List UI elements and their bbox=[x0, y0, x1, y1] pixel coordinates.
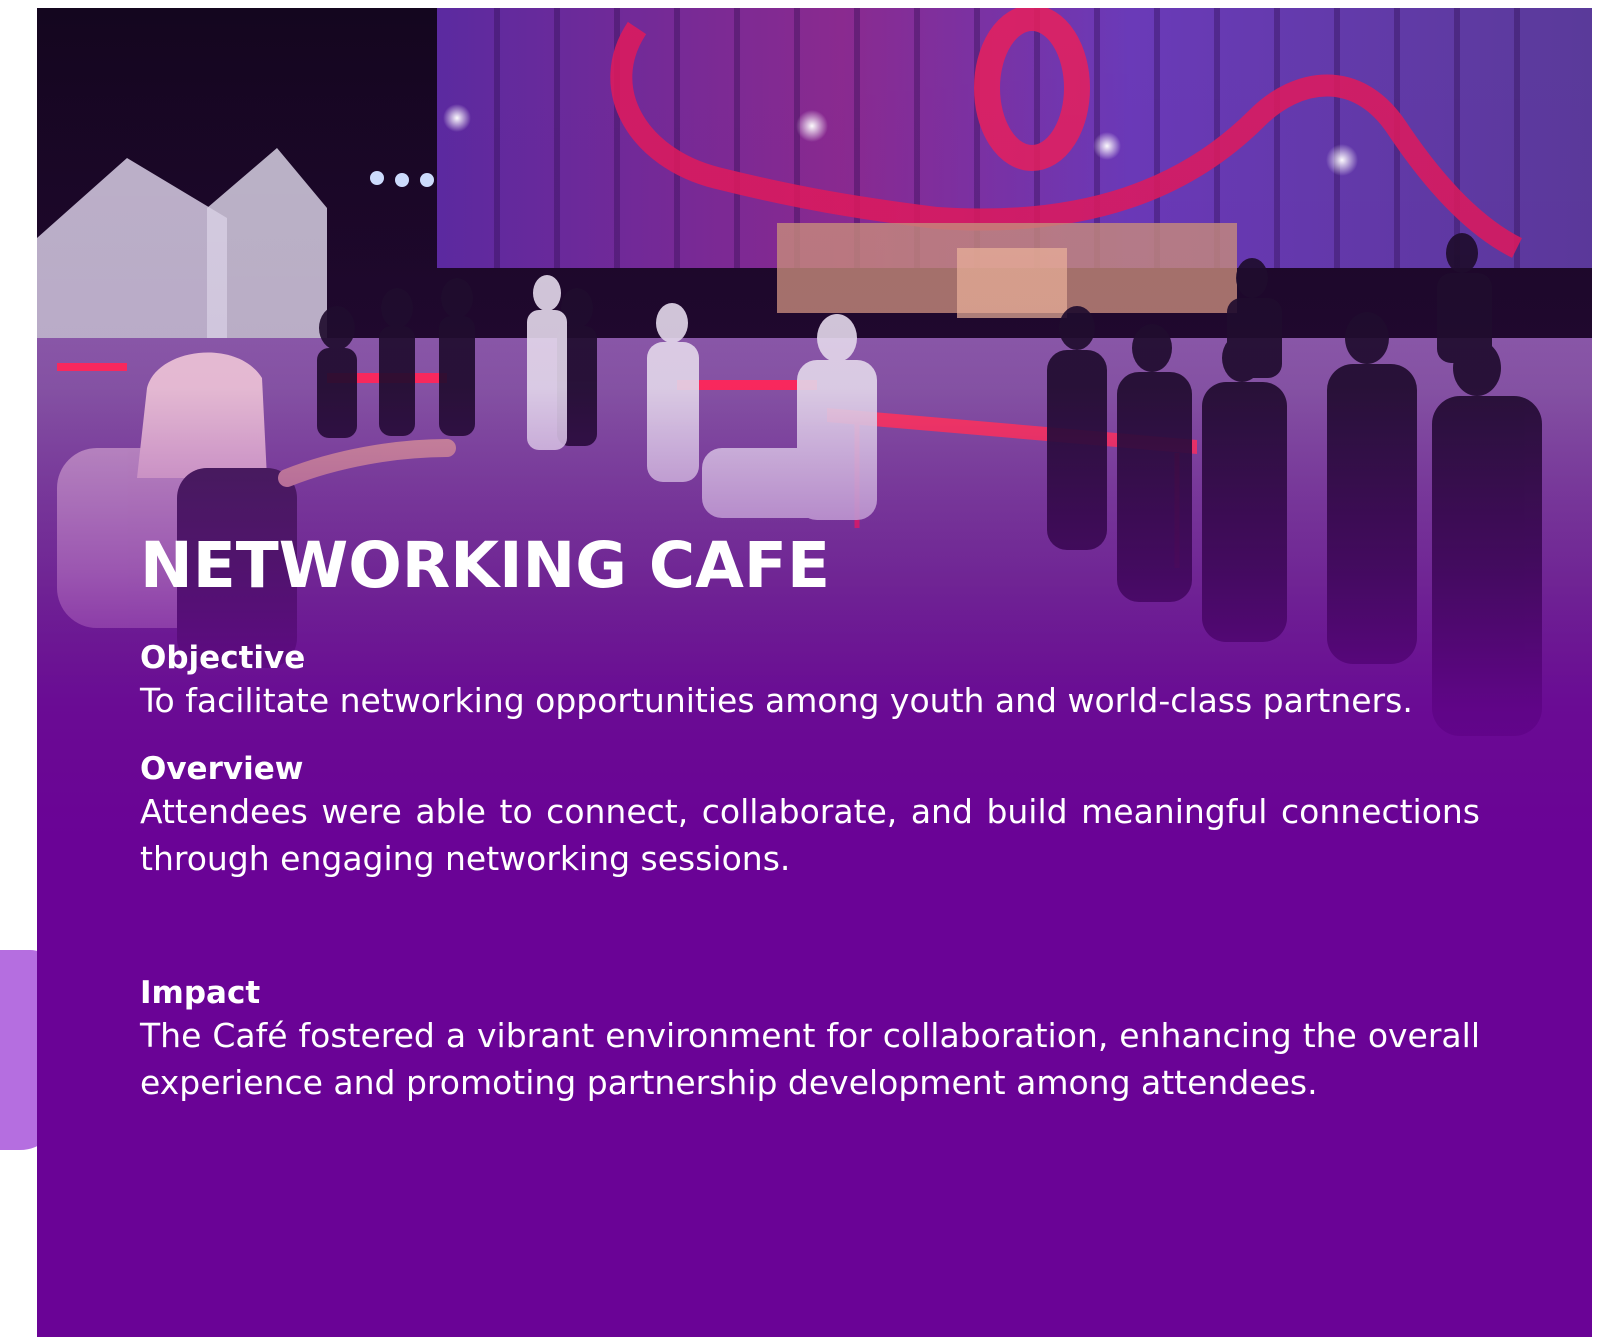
objective-section: Objective To facilitate networking oppor… bbox=[140, 639, 1480, 724]
content-card: NETWORKING CAFE Objective To facilitate … bbox=[37, 8, 1592, 1337]
objective-heading: Objective bbox=[140, 640, 306, 676]
page: NETWORKING CAFE Objective To facilitate … bbox=[0, 0, 1617, 1337]
overview-text: Attendees were able to connect, collabor… bbox=[140, 792, 1480, 878]
impact-text: The Café fostered a vibrant environment … bbox=[140, 1016, 1480, 1102]
impact-section: Impact The Café fostered a vibrant envir… bbox=[140, 974, 1480, 1106]
impact-heading: Impact bbox=[140, 975, 261, 1011]
overview-section: Overview Attendees were able to connect,… bbox=[140, 750, 1480, 882]
page-title: NETWORKING CAFE bbox=[140, 529, 830, 602]
overview-heading: Overview bbox=[140, 751, 304, 787]
objective-text: To facilitate networking opportunities a… bbox=[140, 681, 1413, 720]
text-content: NETWORKING CAFE Objective To facilitate … bbox=[140, 528, 1480, 1106]
